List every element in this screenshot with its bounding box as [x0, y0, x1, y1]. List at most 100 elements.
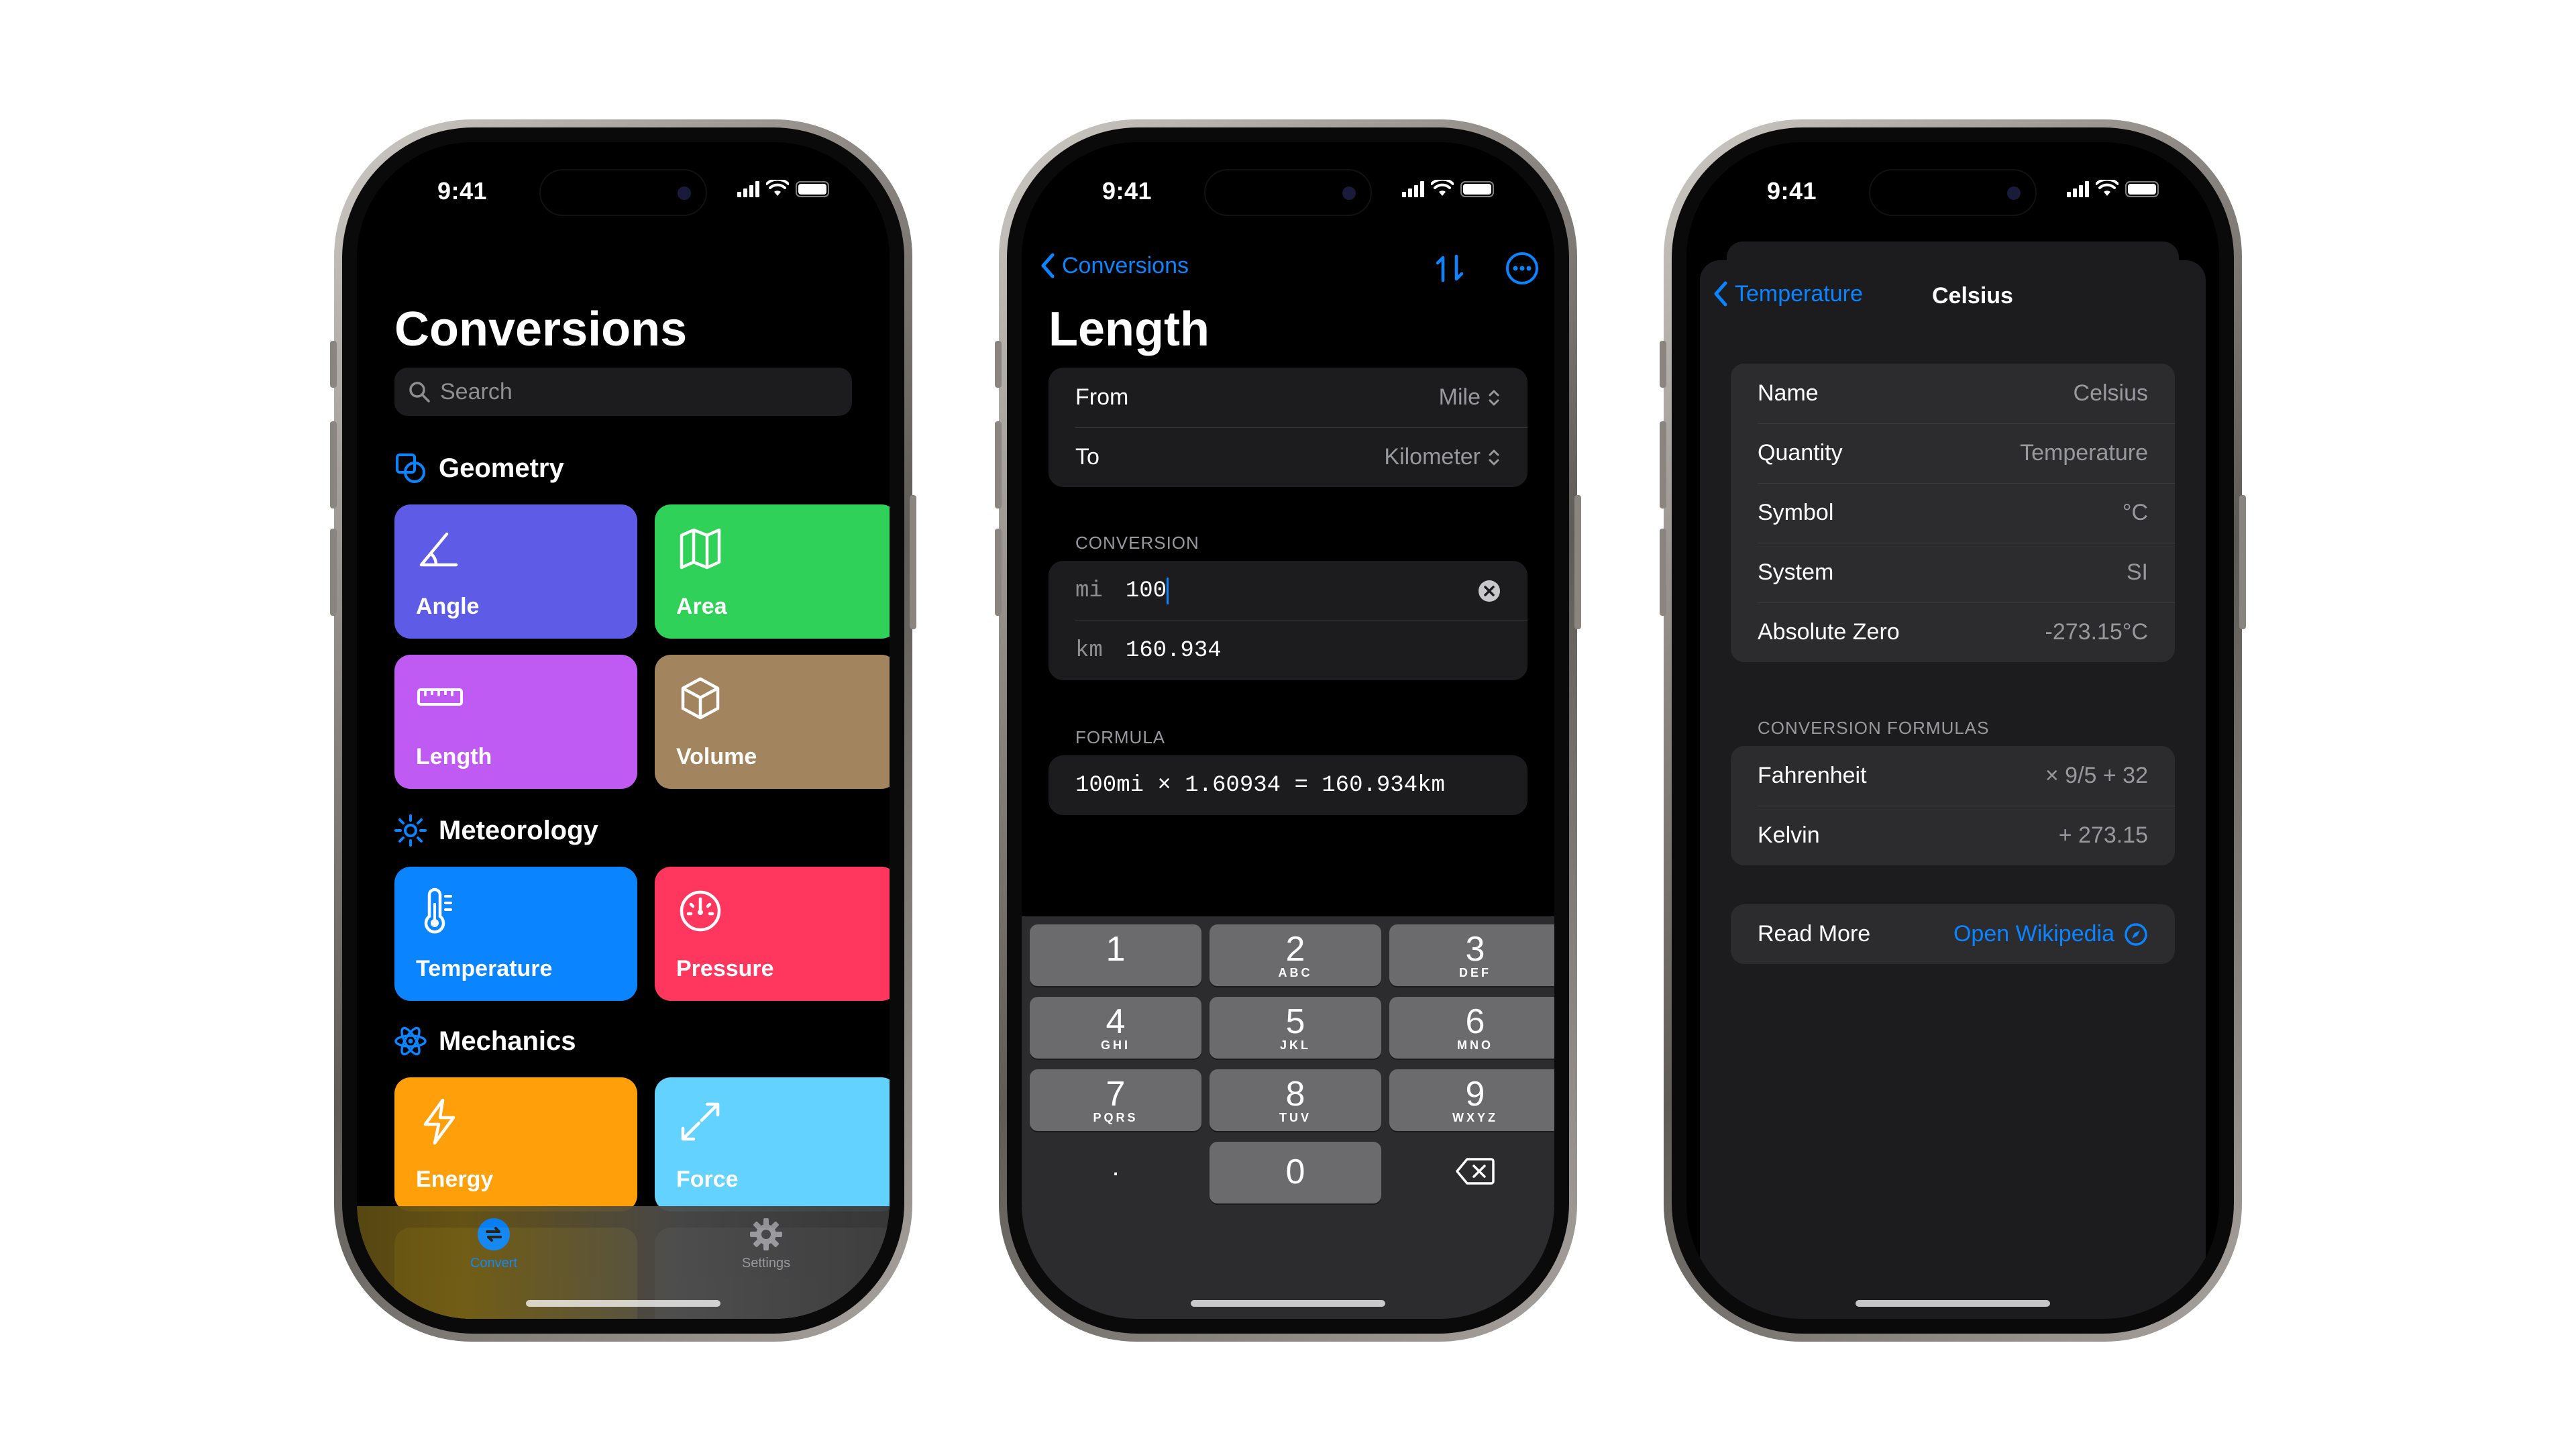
bolt-icon — [423, 1098, 455, 1145]
input-unit: mi — [1075, 578, 1103, 604]
dynamic-island — [1869, 169, 2037, 216]
home-indicator — [526, 1300, 720, 1307]
tab-convert[interactable]: Convert — [427, 1217, 561, 1271]
ruler-icon — [417, 688, 463, 706]
action-button — [330, 341, 337, 388]
page-title: Length — [1049, 303, 1210, 356]
cube-icon — [681, 677, 720, 720]
tile-length[interactable]: Length — [394, 655, 637, 789]
sheet-title: Celsius — [1932, 283, 2013, 309]
read-more-group: Read More Open Wikipedia — [1731, 904, 2175, 964]
info-row: Absolute Zero -273.15°C — [1731, 602, 2175, 662]
volume-up-button — [995, 421, 1002, 508]
tab-label: Settings — [741, 1256, 791, 1271]
dynamic-island — [539, 169, 707, 216]
key-2[interactable]: 2 ABC — [1210, 924, 1381, 986]
key-9[interactable]: 9 WXYZ — [1389, 1069, 1554, 1131]
key-6[interactable]: 6 MNO — [1389, 997, 1554, 1059]
conversion-header: CONVERSION — [1075, 533, 1199, 553]
section-mechanics: Mechanics — [394, 1025, 576, 1057]
tab-settings[interactable]: Settings — [699, 1217, 833, 1271]
formula-row: 100mi × 1.60934 = 160.934km — [1049, 755, 1527, 815]
search-icon — [409, 382, 430, 402]
tile-label: Force — [676, 1167, 739, 1192]
unit-picker-group: From Mile To Kilometer — [1049, 368, 1527, 487]
tile-angle[interactable]: Angle — [394, 504, 637, 639]
key-3[interactable]: 3 DEF — [1389, 924, 1554, 986]
shapes-icon — [396, 453, 425, 483]
back-label: Temperature — [1735, 280, 1863, 307]
battery-icon — [1460, 181, 1494, 197]
to-row[interactable]: To Kilometer — [1049, 427, 1527, 487]
key-8[interactable]: 8 TUV — [1210, 1069, 1381, 1131]
formula-row: Kelvin + 273.15 — [1731, 806, 2175, 865]
search-field[interactable]: Search — [394, 368, 852, 416]
key-7[interactable]: 7 PQRS — [1030, 1069, 1201, 1131]
back-button[interactable]: Temperature — [1712, 280, 1863, 307]
tile-force[interactable]: Force — [655, 1077, 890, 1212]
text-cursor — [1167, 577, 1169, 604]
info-row: Symbol °C — [1731, 483, 2175, 543]
action-button — [1660, 341, 1666, 388]
map-icon — [680, 528, 721, 570]
cellular-signal-icon — [1402, 181, 1424, 197]
from-row[interactable]: From Mile — [1049, 368, 1527, 427]
key-1[interactable]: 1 — [1030, 924, 1201, 986]
showcase-stage: 9:41 Conversions Search Geometry Angle A… — [0, 0, 2576, 1449]
phone-length-converter: 9:41 Conversions Length From Mile To Kil… — [995, 119, 1581, 1342]
wifi-icon — [766, 180, 789, 196]
chevron-left-icon — [1714, 281, 1727, 307]
key-4[interactable]: 4 GHI — [1030, 997, 1201, 1059]
section-geometry: Geometry — [394, 452, 564, 484]
atom-icon — [394, 1026, 427, 1056]
to-label: To — [1075, 444, 1099, 470]
cellular-signal-icon — [737, 181, 759, 197]
info-row: Name Celsius — [1758, 380, 2148, 406]
open-wikipedia-link[interactable]: Open Wikipedia — [1953, 921, 2148, 947]
search-placeholder: Search — [440, 378, 513, 405]
volume-up-button — [330, 421, 337, 508]
tile-label: Pressure — [676, 956, 774, 981]
phone-unit-detail: 9:41 Temperature Celsius Name Celsius Qua… — [1660, 119, 2246, 1342]
key-delete[interactable] — [1389, 1142, 1554, 1203]
side-button — [910, 495, 916, 629]
input-row[interactable]: mi 100 — [1049, 561, 1527, 621]
section-title: Mechanics — [439, 1026, 576, 1056]
status-time: 9:41 — [1102, 177, 1152, 205]
key-decimal[interactable]: . — [1030, 1142, 1201, 1203]
swap-units-icon[interactable] — [1432, 251, 1467, 286]
wifi-icon — [2096, 180, 2118, 196]
tile-pressure[interactable]: Pressure — [655, 867, 890, 1001]
more-icon[interactable] — [1505, 251, 1540, 286]
volume-down-button — [330, 529, 337, 616]
home-indicator — [1856, 1300, 2050, 1307]
section-meteorology: Meteorology — [394, 814, 598, 847]
read-more-label: Read More — [1758, 921, 1871, 947]
status-bar: 9:41 — [1686, 142, 2219, 216]
wifi-icon — [1431, 180, 1454, 196]
to-value: Kilometer — [1384, 444, 1481, 470]
read-more-row[interactable]: Read More Open Wikipedia — [1731, 904, 2175, 964]
tile-energy[interactable]: Energy — [394, 1077, 637, 1212]
volume-up-button — [1660, 421, 1666, 508]
delete-backward-icon — [1456, 1158, 1495, 1185]
side-button — [2239, 495, 2246, 629]
back-button[interactable]: Conversions — [1039, 252, 1189, 279]
input-value[interactable]: 100 — [1126, 578, 1167, 604]
tile-label: Angle — [416, 594, 480, 619]
side-button — [1574, 495, 1581, 629]
status-time: 9:41 — [1767, 177, 1817, 205]
formulas-group: Fahrenheit × 9/5 + 32 Kelvin + 273.15 — [1731, 746, 2175, 865]
key-0[interactable]: 0 — [1210, 1142, 1381, 1203]
clear-icon[interactable] — [1478, 580, 1501, 602]
gear-icon — [750, 1218, 782, 1250]
output-row: km 160.934 — [1049, 621, 1527, 680]
tile-area[interactable]: Area — [655, 504, 890, 639]
battery-icon — [796, 181, 829, 197]
info-group: Name Celsius Quantity Temperature Symbol °C… — [1731, 364, 2175, 662]
tile-volume[interactable]: Volume — [655, 655, 890, 789]
key-5[interactable]: 5 JKL — [1210, 997, 1381, 1059]
tile-temperature[interactable]: Temperature — [394, 867, 637, 1001]
status-bar: 9:41 — [1022, 142, 1554, 216]
detail-sheet: Temperature Celsius Name Celsius Quantity… — [1700, 260, 2206, 1319]
